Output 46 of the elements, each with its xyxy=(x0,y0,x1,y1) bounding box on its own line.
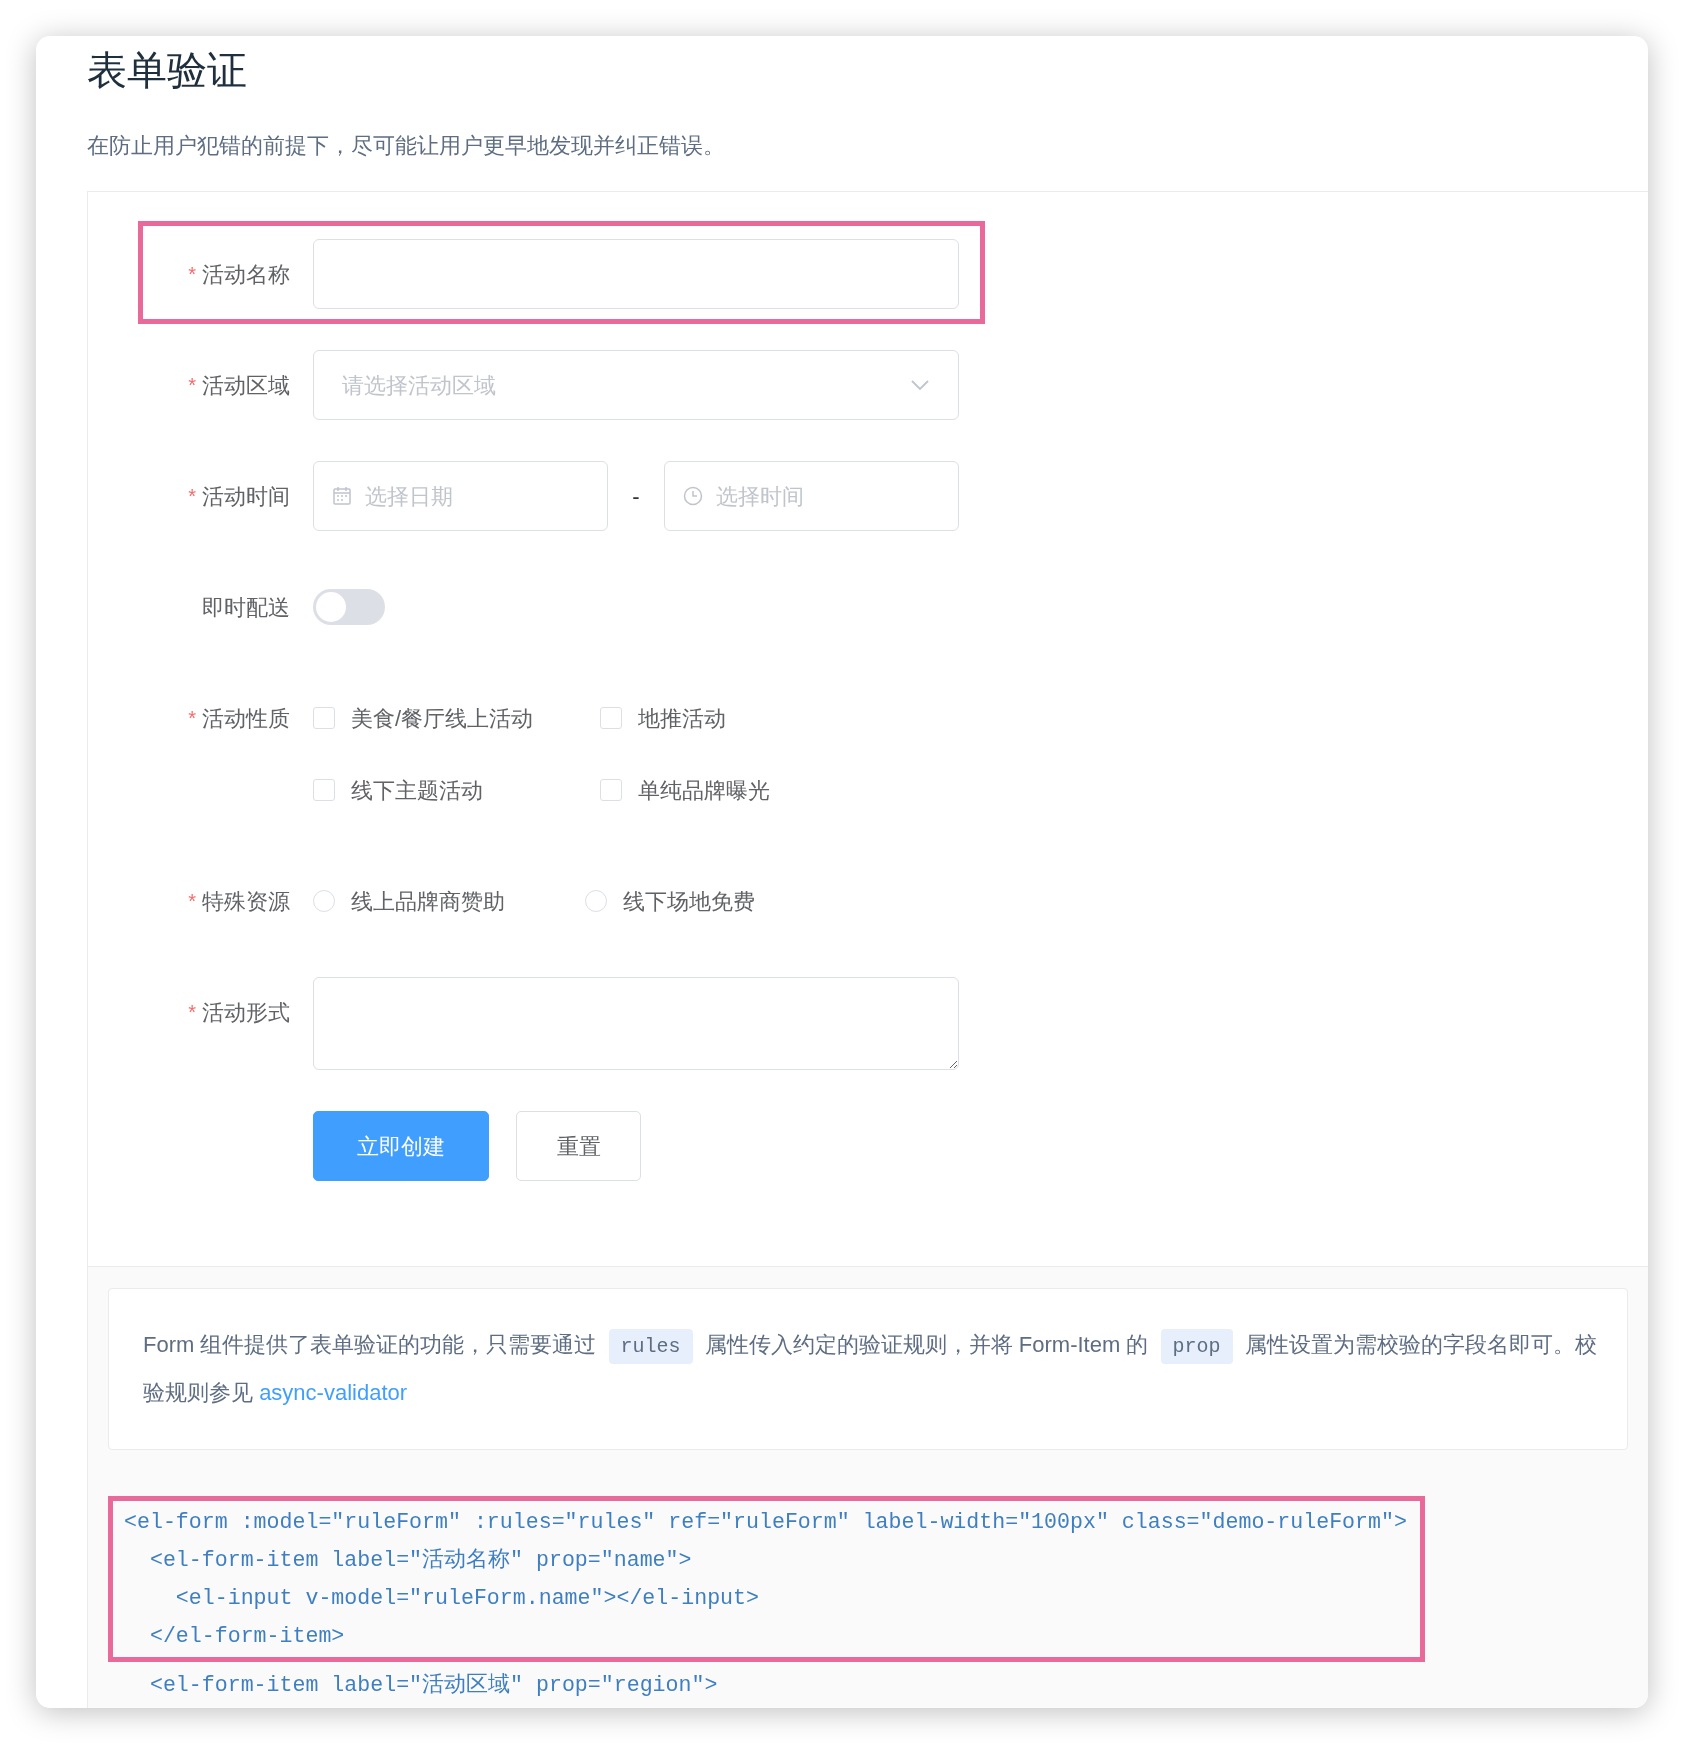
time-field[interactable]: 选择时间 xyxy=(664,461,959,531)
chevron-down-icon xyxy=(910,379,930,391)
code-line: </el-form-item> xyxy=(148,1623,345,1650)
field-label: 活动性质 xyxy=(202,704,290,733)
range-separator: - xyxy=(632,482,640,511)
radio-label: 线上品牌商赞助 xyxy=(351,887,505,916)
reset-button[interactable]: 重置 xyxy=(516,1111,641,1181)
radio-button[interactable] xyxy=(585,890,607,912)
checkbox-label: 单纯品牌曝光 xyxy=(638,776,770,805)
code-line: <el-input v-model="ruleForm.name"></el-input> xyxy=(174,1585,759,1612)
checkbox[interactable] xyxy=(600,779,622,801)
checkbox-label: 地推活动 xyxy=(638,704,726,733)
select-field[interactable]: 请选择活动区域 xyxy=(313,350,959,420)
required-mark: * xyxy=(188,484,196,509)
clock-icon xyxy=(683,486,703,506)
checkbox-label: 线下主题活动 xyxy=(351,776,483,805)
field-label: 活动时间 xyxy=(202,482,290,511)
validator-link[interactable]: async-validator xyxy=(259,1380,408,1405)
toggle-switch[interactable] xyxy=(313,589,385,625)
checkbox[interactable] xyxy=(600,707,622,729)
required-mark: * xyxy=(188,373,196,398)
checkbox[interactable] xyxy=(313,779,335,801)
field-label: 活动区域 xyxy=(202,371,290,400)
date-field[interactable]: 选择日期 xyxy=(313,461,608,531)
code-line: <el-form-item label="活动名称" prop="name"> xyxy=(148,1547,692,1574)
create-button[interactable]: 立即创建 xyxy=(313,1111,489,1181)
required-mark: * xyxy=(188,706,196,731)
text-area[interactable] xyxy=(313,977,959,1070)
field-label: 活动名称 xyxy=(202,260,290,289)
required-mark: * xyxy=(188,889,196,914)
page-title: 表单验证 xyxy=(87,47,248,94)
field-label: 特殊资源 xyxy=(202,887,290,916)
calendar-icon xyxy=(332,486,352,506)
radio-label: 线下场地免费 xyxy=(623,887,755,916)
radio-button[interactable] xyxy=(313,890,335,912)
checkbox-label: 美食/餐厅线上活动 xyxy=(351,704,534,733)
explanation-text: Form 组件提供了表单验证的功能，只需要通过 rules 属性传入约定的验证规则，并将 Form-Item 的 prop 属性设置为需校验的字段名即可。校验规则参见 async-validator xyxy=(143,1322,1598,1416)
required-mark: * xyxy=(188,262,196,287)
required-mark: * xyxy=(188,1000,196,1025)
page-description: 在防止用户犯错的前提下，尽可能让用户更早地发现并纠正错误。 xyxy=(87,132,726,160)
code-line: <el-form-item label="活动区域" prop="region"> xyxy=(148,1672,718,1699)
field-label: 活动形式 xyxy=(202,998,290,1027)
text-input[interactable] xyxy=(313,239,959,309)
checkbox[interactable] xyxy=(313,707,335,729)
code-line: <el-form :model="ruleForm" :rules="rules" ref="ruleForm" label-width="100px" class="demo-ruleForm"> xyxy=(124,1509,1407,1536)
field-label: 即时配送 xyxy=(202,593,290,622)
